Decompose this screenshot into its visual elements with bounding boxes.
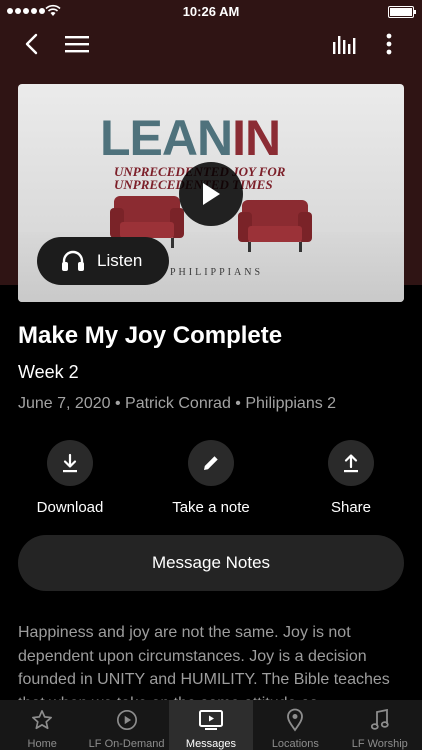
message-description: Happiness and joy are not the same. Joy …	[18, 624, 390, 701]
download-icon	[63, 453, 77, 473]
share-circle	[328, 440, 374, 486]
hamburger-icon	[65, 36, 89, 53]
take-note-circle	[188, 440, 234, 486]
listen-label: Listen	[97, 251, 143, 270]
play-button[interactable]	[179, 162, 243, 226]
share-label: Share	[330, 499, 372, 516]
more-vertical-icon	[386, 33, 392, 55]
chevron-left-icon	[25, 33, 38, 55]
status-time: 10:26 AM	[182, 4, 240, 19]
tab-messages-label: Messages	[185, 738, 237, 750]
headphones-icon	[62, 250, 84, 271]
message-title: Make My Joy Complete	[18, 322, 283, 349]
top-nav	[0, 28, 422, 60]
download-label: Download	[36, 499, 104, 516]
message-notes-button[interactable]: Message Notes	[18, 535, 404, 591]
tab-lf-worship-label: LF Worship	[351, 738, 408, 750]
map-pin-icon	[287, 708, 304, 732]
tab-lf-worship[interactable]: LF Worship	[338, 700, 422, 750]
tab-lf-on-demand[interactable]: LF On-Demand	[84, 700, 168, 750]
download-button[interactable]: Download	[15, 440, 125, 516]
tab-lf-on-demand-label: LF On-Demand	[88, 738, 165, 750]
tab-home[interactable]: Home	[0, 700, 84, 750]
audio-levels-button[interactable]	[332, 28, 358, 60]
sermon-artwork: LEANIN UNPRECEDENTED JOY FOR UNPRECEDENT…	[18, 84, 404, 302]
status-bar: 10:26 AM	[0, 0, 422, 24]
pencil-icon	[204, 456, 218, 470]
tab-home-label: Home	[27, 738, 57, 750]
play-circle-icon	[116, 710, 137, 730]
tab-locations[interactable]: Locations	[253, 700, 337, 750]
star-icon	[32, 710, 53, 730]
series-logo: LEANIN	[100, 110, 281, 166]
menu-button[interactable]	[64, 28, 90, 60]
download-circle	[47, 440, 93, 486]
listen-button[interactable]: Listen	[37, 237, 169, 285]
series-book: PHILIPPIANS	[170, 267, 264, 278]
tab-messages[interactable]: Messages	[168, 700, 254, 750]
message-subtitle: Week 2	[18, 362, 79, 382]
more-options-button[interactable]	[378, 28, 400, 60]
music-note-icon	[370, 709, 389, 730]
take-note-button[interactable]: Take a note	[156, 440, 266, 516]
tab-locations-label: Locations	[271, 738, 319, 750]
message-meta: June 7, 2020 • Patrick Conrad • Philippi…	[18, 395, 337, 412]
tv-play-icon	[198, 710, 223, 730]
share-button[interactable]: Share	[296, 440, 406, 516]
right-armchair-illustration	[238, 200, 312, 252]
battery-icon	[388, 6, 416, 18]
bottom-tab-bar: Home LF On-Demand Messages Locations LF …	[0, 700, 422, 750]
take-note-label: Take a note	[172, 499, 250, 516]
share-icon	[344, 454, 358, 473]
play-icon	[203, 183, 220, 205]
back-button[interactable]	[18, 28, 44, 60]
equalizer-icon	[333, 36, 356, 54]
